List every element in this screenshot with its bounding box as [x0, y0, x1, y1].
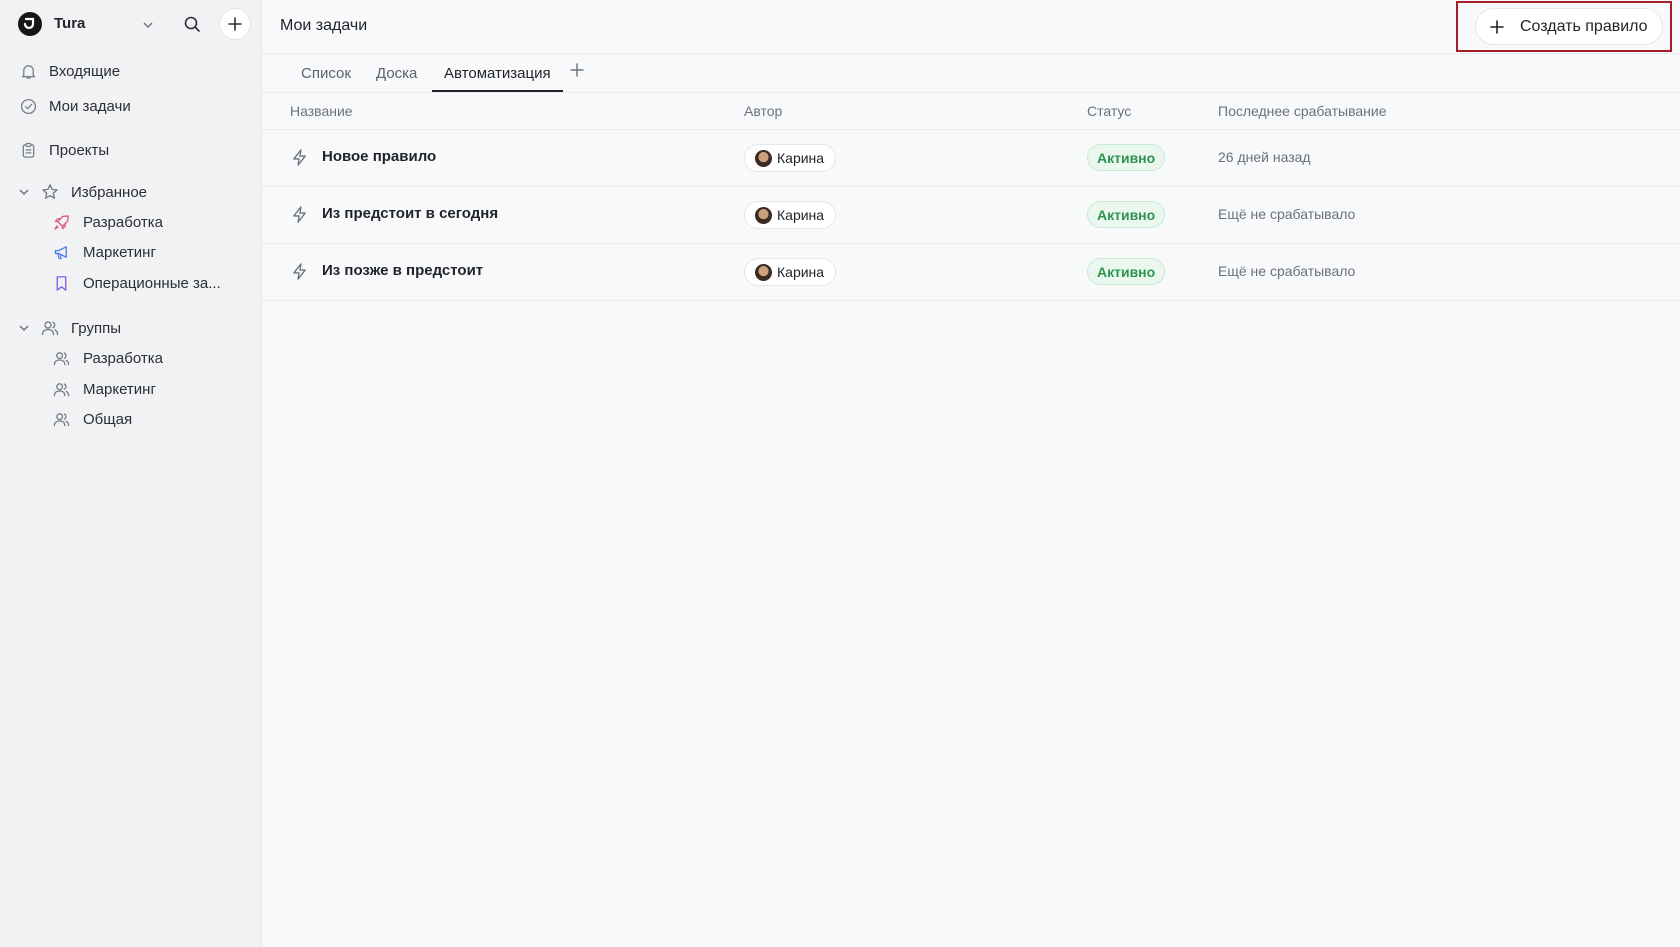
last-triggered: 26 дней назад	[1218, 149, 1311, 165]
sidebar-item-label: Маркетинг	[83, 243, 156, 261]
avatar	[755, 263, 772, 281]
add-button[interactable]	[219, 8, 251, 40]
sidebar-section-label: Группы	[71, 319, 121, 337]
workspace-name[interactable]: Tura	[54, 15, 85, 32]
sidebar-item-projects[interactable]: Проекты	[18, 137, 248, 163]
sidebar-item-group-marketing[interactable]: Маркетинг	[51, 376, 256, 402]
sidebar: Tura Входящие Мои задачи Проекты Избранн…	[0, 0, 262, 947]
sidebar-item-fav-marketing[interactable]: Маркетинг	[51, 239, 256, 265]
sidebar-item-label: Маркетинг	[83, 380, 156, 398]
sidebar-section-label: Избранное	[71, 183, 148, 201]
plus-icon	[570, 63, 584, 77]
last-triggered: Ещё не срабатывало	[1218, 263, 1356, 279]
tab-automation[interactable]: Автоматизация	[444, 65, 551, 82]
view-tabs: Список Доска Автоматизация	[262, 54, 1680, 93]
column-header-author[interactable]: Автор	[744, 103, 782, 119]
rule-name[interactable]: Новое правило	[322, 148, 436, 165]
sidebar-item-label: Общая	[83, 410, 133, 428]
author-chip[interactable]: Карина	[744, 201, 837, 229]
rule-name[interactable]: Из позже в предстоит	[322, 262, 483, 279]
chevron-down-icon[interactable]	[18, 322, 30, 334]
sidebar-item-inbox[interactable]: Входящие	[18, 58, 248, 84]
megaphone-icon	[51, 242, 71, 262]
sidebar-item-fav-operations[interactable]: Операционные за...	[51, 270, 256, 296]
page-title: Мои задачи	[280, 17, 368, 34]
author-chip[interactable]: Карина	[744, 144, 837, 172]
bell-icon	[18, 61, 38, 81]
column-header-status[interactable]: Статус	[1087, 103, 1131, 119]
column-header-last-triggered[interactable]: Последнее срабатывание	[1218, 103, 1387, 119]
sidebar-item-fav-development[interactable]: Разработка	[51, 209, 256, 235]
status-badge[interactable]: Активно	[1087, 201, 1166, 228]
sidebar-section-groups[interactable]: Группы	[18, 315, 248, 341]
users-icon	[51, 379, 71, 399]
author-chip[interactable]: Карина	[744, 258, 837, 286]
author-name: Карина	[777, 150, 825, 166]
add-tab-button[interactable]	[570, 63, 584, 82]
sidebar-item-label: Разработка	[83, 213, 163, 231]
lightning-icon	[290, 262, 309, 286]
tab-list[interactable]: Список	[301, 65, 351, 82]
lightning-icon	[290, 205, 309, 229]
column-header-name[interactable]: Название	[290, 103, 353, 119]
users-icon	[40, 318, 60, 338]
clipboard-icon	[18, 140, 38, 160]
search-icon[interactable]	[183, 15, 201, 33]
tab-board[interactable]: Доска	[376, 65, 417, 82]
sidebar-item-my-tasks[interactable]: Мои задачи	[18, 93, 248, 119]
chevron-down-icon[interactable]	[18, 186, 30, 198]
topbar: Мои задачи Создать правило	[262, 0, 1680, 54]
active-tab-indicator	[432, 90, 563, 92]
sidebar-item-label: Мои задачи	[49, 97, 131, 115]
workspace-header: Tura	[18, 8, 254, 40]
rule-name[interactable]: Из предстоит в сегодня	[322, 205, 498, 222]
rocket-icon	[51, 212, 71, 232]
lightning-icon	[290, 148, 309, 172]
plus-icon	[228, 17, 242, 31]
author-name: Карина	[777, 264, 825, 280]
workspace-logo-icon[interactable]	[18, 12, 42, 36]
table-row[interactable]: Из предстоит в сегодня Карина Активно Ещ…	[262, 187, 1680, 244]
last-triggered: Ещё не срабатывало	[1218, 206, 1356, 222]
highlight-frame	[1456, 1, 1672, 52]
check-circle-icon	[18, 96, 38, 116]
sidebar-item-label: Разработка	[83, 349, 163, 367]
star-icon	[40, 182, 60, 202]
table-header: Название Автор Статус Последнее срабатыв…	[262, 94, 1680, 130]
sidebar-item-label: Входящие	[49, 62, 121, 80]
users-icon	[51, 409, 71, 429]
sidebar-section-favorites[interactable]: Избранное	[18, 179, 248, 205]
users-icon	[51, 348, 71, 368]
avatar	[755, 206, 772, 224]
sidebar-item-group-general[interactable]: Общая	[51, 406, 256, 432]
bookmark-icon	[51, 273, 71, 293]
chevron-down-icon[interactable]	[142, 18, 154, 36]
status-badge[interactable]: Активно	[1087, 144, 1166, 171]
main-content: Мои задачи Создать правило Список Доска …	[262, 0, 1680, 947]
avatar	[755, 149, 772, 167]
status-badge[interactable]: Активно	[1087, 258, 1166, 285]
author-name: Карина	[777, 207, 825, 223]
table-row[interactable]: Из позже в предстоит Карина Активно Ещё …	[262, 244, 1680, 301]
sidebar-item-group-development[interactable]: Разработка	[51, 345, 256, 371]
table-row[interactable]: Новое правило Карина Активно 26 дней наз…	[262, 130, 1680, 187]
sidebar-item-label: Проекты	[49, 141, 110, 159]
sidebar-item-label: Операционные за...	[83, 274, 221, 292]
